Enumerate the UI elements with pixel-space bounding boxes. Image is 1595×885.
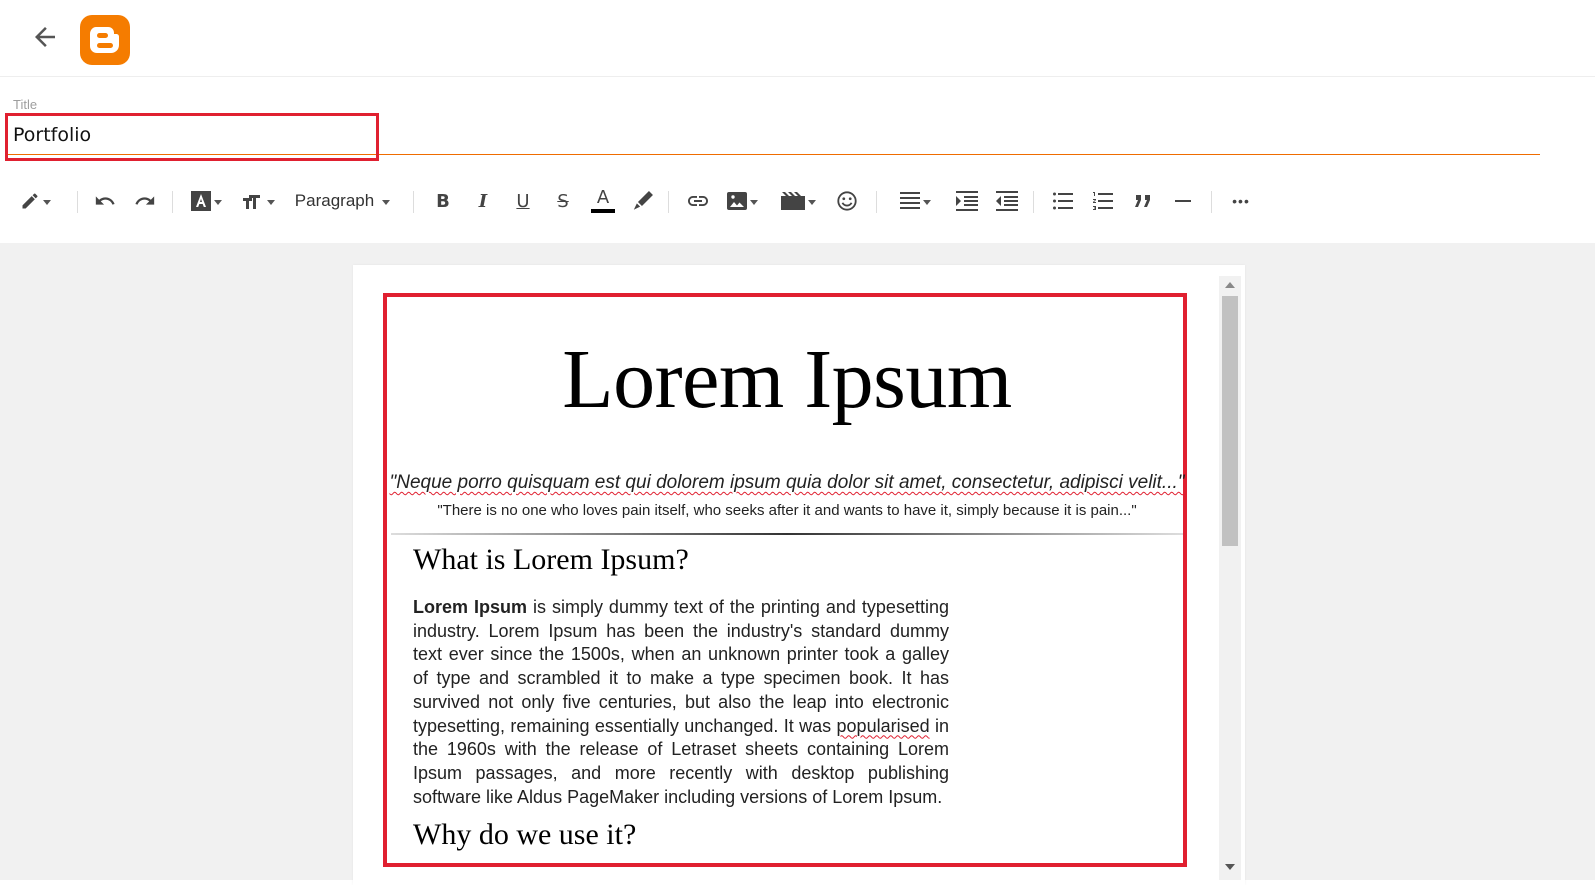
horizontal-rule: [391, 533, 1183, 535]
numbered-list-icon[interactable]: [1090, 183, 1116, 219]
body-paragraph[interactable]: Lorem Ipsum is simply dummy text of the …: [413, 596, 949, 809]
heading-what-is-lorem-ipsum[interactable]: What is Lorem Ipsum?: [413, 543, 689, 577]
heading-why-do-we-use-it[interactable]: Why do we use it?: [413, 818, 636, 852]
toolbar-separator: [1033, 191, 1034, 213]
indent-icon[interactable]: [954, 183, 980, 219]
toolbar-separator: [876, 191, 877, 213]
strikethrough-glyph: S: [557, 190, 569, 212]
paragraph-style-dropdown[interactable]: Paragraph: [290, 183, 395, 219]
scroll-thumb[interactable]: [1222, 296, 1238, 546]
redo-icon[interactable]: [132, 183, 158, 219]
strikethrough-icon[interactable]: S: [550, 183, 576, 219]
toolbar-separator: [668, 191, 669, 213]
scroll-down-arrow-icon[interactable]: [1225, 864, 1235, 870]
content-highlight-box: Lorem Ipsum "Neque porro quisquam est qu…: [383, 293, 1187, 867]
title-area: Title: [0, 77, 1595, 208]
editor-page[interactable]: Lorem Ipsum "Neque porro quisquam est qu…: [353, 265, 1245, 885]
formatting-toolbar: Paragraph B I U S A •••: [0, 161, 1595, 244]
editor-scrollbar[interactable]: [1219, 276, 1241, 880]
text-style-icon[interactable]: [188, 183, 224, 219]
bold-icon[interactable]: B: [430, 183, 456, 219]
latin-quote[interactable]: "Neque porro quisquam est qui dolorem ip…: [387, 472, 1187, 494]
toolbar-separator: [1211, 191, 1212, 213]
title-input[interactable]: [8, 115, 1540, 155]
misspelled-word: popularised: [836, 715, 930, 736]
italic-glyph: I: [478, 190, 488, 212]
highlight-icon[interactable]: [630, 183, 656, 219]
horizontal-rule-glyph: [1175, 200, 1191, 202]
video-icon[interactable]: [778, 183, 818, 219]
align-icon[interactable]: [894, 183, 936, 219]
outdent-icon[interactable]: [994, 183, 1020, 219]
english-quote[interactable]: "There is no one who loves pain itself, …: [387, 502, 1187, 519]
bold-term: Lorem Ipsum: [413, 597, 527, 617]
blogger-logo-icon[interactable]: [80, 15, 130, 65]
latin-quote-text: "Neque porro quisquam est qui dolorem ip…: [389, 472, 1185, 493]
horizontal-rule-icon[interactable]: [1170, 183, 1196, 219]
text-color-swatch: [591, 209, 615, 213]
text-color-icon[interactable]: A: [590, 183, 616, 219]
title-label: Title: [13, 97, 38, 112]
more-icon[interactable]: •••: [1226, 183, 1256, 219]
more-glyph: •••: [1232, 193, 1250, 209]
paragraph-style-label: Paragraph: [294, 191, 375, 210]
text-color-glyph: A: [596, 187, 610, 208]
underline-icon[interactable]: U: [510, 183, 536, 219]
document-title[interactable]: Lorem Ipsum: [387, 331, 1187, 428]
toolbar-separator: [172, 191, 173, 213]
editor-canvas: Lorem Ipsum "Neque porro quisquam est qu…: [0, 243, 1595, 885]
font-size-icon[interactable]: [240, 183, 276, 219]
top-bar: [0, 0, 1595, 77]
toolbar-separator: [413, 191, 414, 213]
toolbar-separator: [77, 191, 78, 213]
italic-icon[interactable]: I: [470, 183, 496, 219]
emoji-icon[interactable]: [833, 183, 861, 219]
undo-icon[interactable]: [92, 183, 118, 219]
bulleted-list-icon[interactable]: [1050, 183, 1076, 219]
back-arrow-icon[interactable]: [30, 22, 60, 52]
scroll-up-arrow-icon[interactable]: [1225, 282, 1235, 288]
underline-glyph: U: [516, 190, 530, 212]
image-icon[interactable]: [724, 183, 760, 219]
quote-icon[interactable]: [1130, 183, 1156, 219]
link-icon[interactable]: [684, 183, 712, 219]
pencil-mode-icon[interactable]: [14, 183, 56, 219]
bold-glyph: B: [436, 190, 450, 212]
